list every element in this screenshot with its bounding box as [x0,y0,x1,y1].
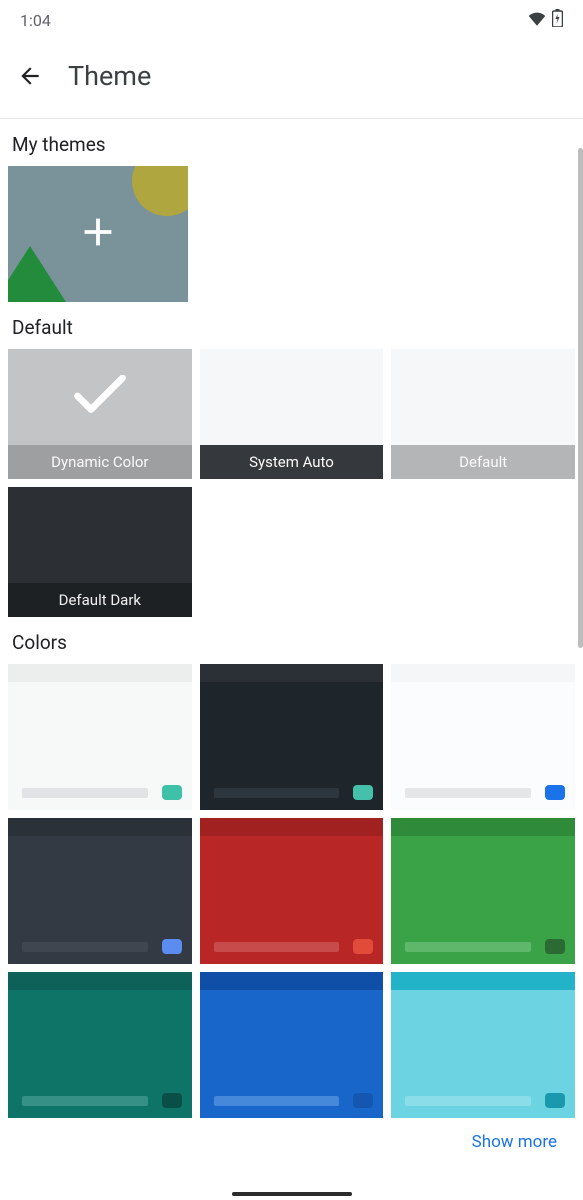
color-swatch-0[interactable] [8,664,192,810]
arrow-left-icon [17,63,43,89]
swatch-chip [162,1093,182,1108]
swatch-bar [405,1096,531,1106]
swatch-header [8,972,192,990]
theme-card-default-dark[interactable]: Default Dark [8,487,192,617]
theme-preview [391,349,575,445]
status-icons [528,9,563,31]
swatch-body [200,836,384,964]
swatch-body [8,682,192,810]
swatch-chip [353,939,373,954]
color-swatch-5[interactable] [391,818,575,964]
swatch-bar [214,788,340,798]
swatch-chip [353,785,373,800]
nav-handle[interactable] [232,1192,352,1196]
swatch-bar [214,942,340,952]
swatch-body [391,836,575,964]
theme-label: Default [391,445,575,479]
swatch-bar [405,942,531,952]
swatch-header [8,664,192,682]
swatch-body [200,990,384,1118]
mountain-shape [8,246,66,302]
color-swatch-6[interactable] [8,972,192,1118]
swatch-body [200,682,384,810]
show-more-link[interactable]: Show more [8,1118,575,1152]
section-my-themes-title: My themes [8,119,575,166]
swatch-bar [22,788,148,798]
status-time: 1:04 [20,11,51,30]
color-swatch-3[interactable] [8,818,192,964]
battery-icon [552,9,563,31]
theme-label: System Auto [200,445,384,479]
color-swatch-1[interactable] [200,664,384,810]
section-default-title: Default [8,302,575,349]
default-themes-grid: Dynamic ColorSystem AutoDefault Default D… [8,349,575,617]
swatch-chip [545,939,565,954]
swatch-header [8,818,192,836]
color-swatch-8[interactable] [391,972,575,1118]
page-title: Theme [68,60,151,92]
swatch-body [391,682,575,810]
color-swatch-4[interactable] [200,818,384,964]
theme-card-dynamic-color[interactable]: Dynamic Color [8,349,192,479]
section-colors-title: Colors [8,617,575,664]
swatch-bar [405,788,531,798]
swatch-chip [545,1093,565,1108]
swatch-header [391,818,575,836]
swatch-header [391,664,575,682]
plus-icon [75,209,121,259]
swatch-chip [545,785,565,800]
swatch-chip [162,785,182,800]
swatch-bar [22,942,148,952]
back-button[interactable] [16,62,44,90]
theme-preview [200,349,384,445]
status-bar: 1:04 [0,0,583,36]
swatch-header [200,664,384,682]
color-swatch-7[interactable] [200,972,384,1118]
swatch-bar [22,1096,148,1106]
app-header: Theme [0,36,583,119]
theme-preview [8,487,192,583]
colors-grid [8,664,575,1118]
swatch-header [200,972,384,990]
swatch-body [8,990,192,1118]
theme-card-system-auto[interactable]: System Auto [200,349,384,479]
sun-shape [132,166,188,216]
swatch-body [8,836,192,964]
swatch-header [200,818,384,836]
theme-label: Dynamic Color [8,445,192,479]
scrollbar[interactable] [578,148,583,648]
swatch-bar [214,1096,340,1106]
theme-card-default[interactable]: Default [391,349,575,479]
swatch-chip [162,939,182,954]
wifi-icon [528,11,546,30]
swatch-header [391,972,575,990]
color-swatch-2[interactable] [391,664,575,810]
theme-label: Default Dark [8,583,192,617]
add-theme-tile[interactable] [8,166,188,302]
swatch-body [391,990,575,1118]
swatch-chip [353,1093,373,1108]
content-area: My themes Default Dynamic ColorSystem Au… [0,119,583,1152]
checkmark-icon [73,375,127,421]
